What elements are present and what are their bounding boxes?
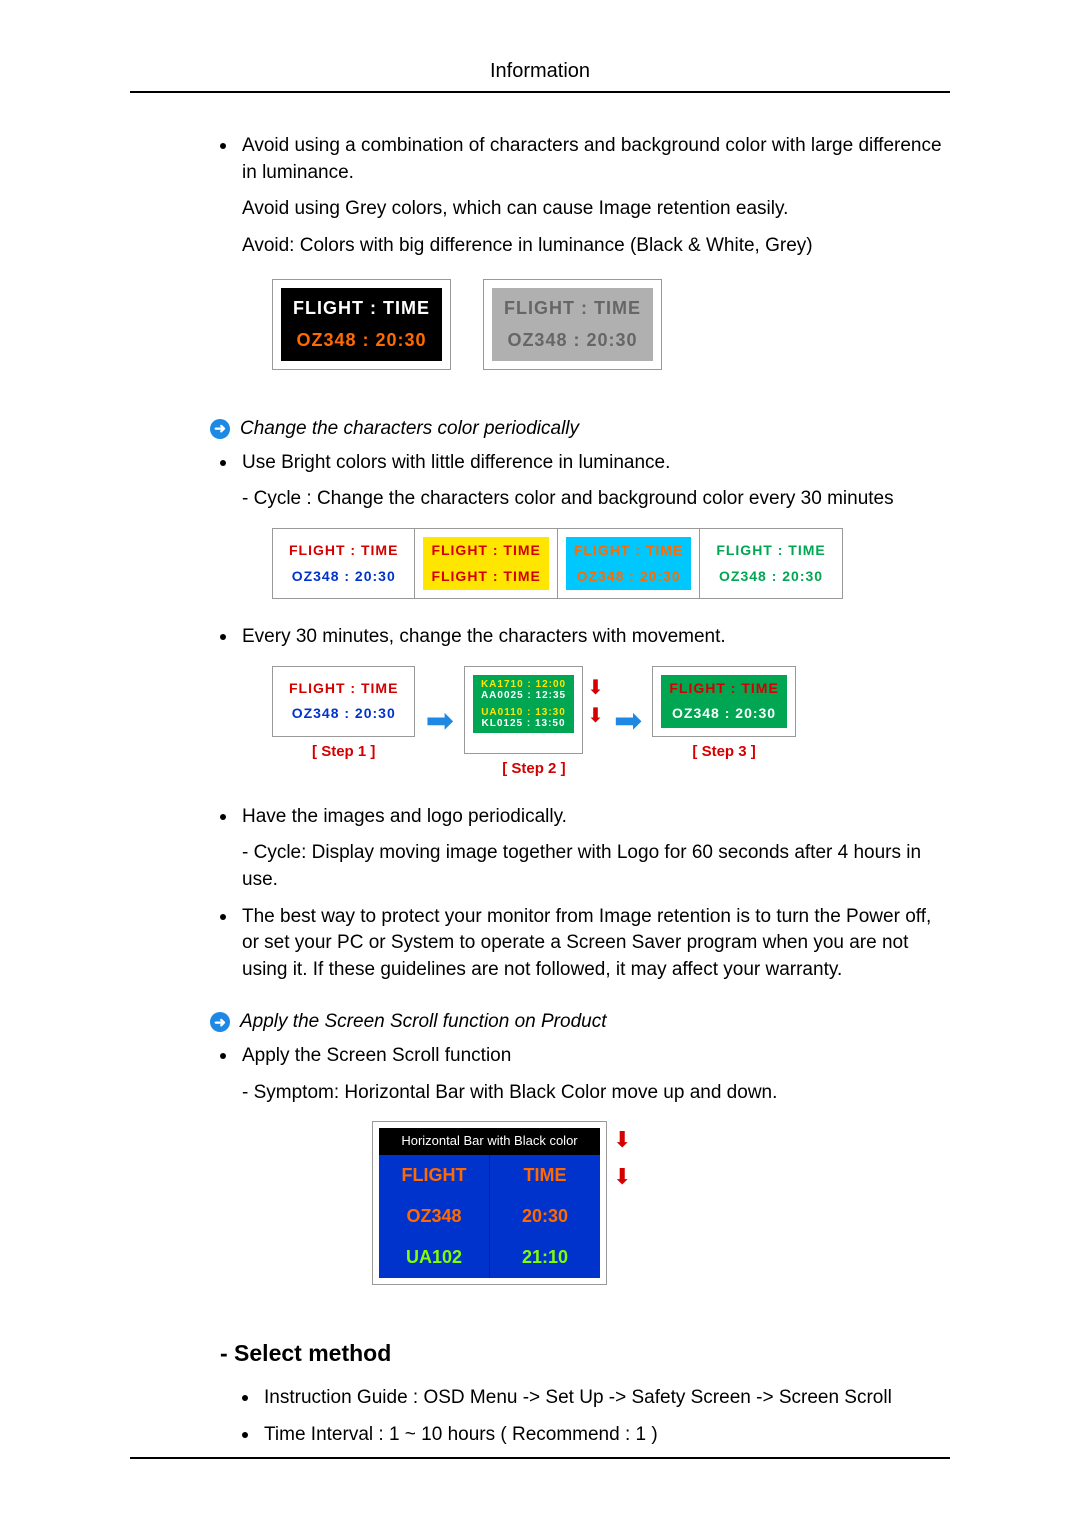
bullet-have-images: Have the images and logo periodically. -… bbox=[220, 804, 950, 894]
scroll-bar-label: Horizontal Bar with Black color bbox=[379, 1128, 600, 1154]
fig-a-line2: OZ348 : 20:30 bbox=[293, 328, 430, 353]
cycle-card-1: FLIGHT : TIME OZ348 : 20:30 bbox=[272, 528, 415, 599]
arrow-circle-icon: ➜ bbox=[210, 1012, 230, 1032]
text-cycle-logo: - Cycle: Display moving image together w… bbox=[242, 840, 950, 893]
bullet-avoid-combo: Avoid using a combination of characters … bbox=[220, 133, 950, 390]
c3-l2: OZ348 : 20:30 bbox=[574, 567, 683, 587]
s2-l1b: AA0025 : 12:35 bbox=[481, 690, 566, 701]
bullet-best-way: The best way to protect your monitor fro… bbox=[220, 904, 950, 984]
page-header: Information bbox=[130, 60, 950, 83]
arrow-right-icon: ➡ bbox=[425, 698, 454, 746]
scroll-card: Horizontal Bar with Black color FLIGHT T… bbox=[372, 1121, 607, 1285]
step2-block: KA1710 : 12:00 AA0025 : 12:35 UA0110 : 1… bbox=[464, 666, 604, 779]
cycle-card-3: FLIGHT : TIME OZ348 : 20:30 bbox=[557, 528, 700, 599]
arrow-right-icon: ➡ bbox=[614, 698, 643, 746]
s1-l2: OZ348 : 20:30 bbox=[289, 704, 398, 724]
note-apply-scroll-text: Apply the Screen Scroll function on Prod… bbox=[240, 1011, 606, 1033]
card-grey: FLIGHT : TIME OZ348 : 20:30 bbox=[483, 279, 662, 369]
figure-cycle: FLIGHT : TIME OZ348 : 20:30 FLIGHT : TIM… bbox=[272, 528, 950, 599]
bullet-dot bbox=[220, 1053, 226, 1059]
scroll-r1c1: OZ348 bbox=[379, 1196, 490, 1237]
fig-b-line2: OZ348 : 20:30 bbox=[504, 328, 641, 353]
text-symptom: - Symptom: Horizontal Bar with Black Col… bbox=[242, 1080, 950, 1107]
bullet-use-bright: Use Bright colors with little difference… bbox=[220, 450, 950, 614]
c4-l1: FLIGHT : TIME bbox=[716, 541, 825, 561]
arrow-circle-icon: ➜ bbox=[210, 419, 230, 439]
s1-l1: FLIGHT : TIME bbox=[289, 679, 398, 699]
text-instruction-guide: Instruction Guide : OSD Menu -> Set Up -… bbox=[264, 1385, 950, 1412]
scroll-arrows-icon: ⬇⬇ bbox=[613, 1121, 631, 1285]
bottom-rule bbox=[130, 1457, 950, 1459]
s2-l1: KA1710 : 12:00 bbox=[481, 679, 566, 690]
text-avoid-combo: Avoid using a combination of characters … bbox=[242, 133, 950, 186]
cycle-card-4: FLIGHT : TIME OZ348 : 20:30 bbox=[699, 528, 842, 599]
down-arrows-icon: ⬇⬇ bbox=[585, 666, 604, 754]
text-every30: Every 30 minutes, change the characters … bbox=[242, 624, 950, 651]
text-avoid-colors: Avoid: Colors with big difference in lum… bbox=[242, 233, 950, 260]
scroll-r2c2: 21:10 bbox=[490, 1237, 600, 1278]
note-change-color: ➜ Change the characters color periodical… bbox=[210, 418, 950, 440]
c2-l1: FLIGHT : TIME bbox=[431, 541, 540, 561]
text-avoid-grey: Avoid using Grey colors, which can cause… bbox=[242, 196, 950, 223]
note-change-color-text: Change the characters color periodically bbox=[240, 418, 579, 440]
text-use-bright: Use Bright colors with little difference… bbox=[242, 450, 950, 477]
scroll-r1c2: 20:30 bbox=[490, 1196, 600, 1237]
bullet-instruction-guide: Instruction Guide : OSD Menu -> Set Up -… bbox=[242, 1385, 950, 1412]
bullet-dot bbox=[220, 143, 226, 149]
bullet-dot bbox=[220, 914, 226, 920]
bullet-apply-scroll: Apply the Screen Scroll function - Sympt… bbox=[220, 1043, 950, 1300]
bullet-dot bbox=[220, 460, 226, 466]
step3-label: [ Step 3 ] bbox=[652, 741, 795, 762]
c1-l1: FLIGHT : TIME bbox=[289, 541, 398, 561]
step2-label: [ Step 2 ] bbox=[464, 758, 604, 779]
bullet-time-interval: Time Interval : 1 ~ 10 hours ( Recommend… bbox=[242, 1422, 950, 1449]
figure-movement: FLIGHT : TIME OZ348 : 20:30 [ Step 1 ] ➡… bbox=[272, 666, 950, 779]
figure-luminance: FLIGHT : TIME OZ348 : 20:30 FLIGHT : TIM… bbox=[272, 279, 950, 369]
figure-scroll: Horizontal Bar with Black color FLIGHT T… bbox=[372, 1121, 950, 1285]
note-apply-scroll: ➜ Apply the Screen Scroll function on Pr… bbox=[210, 1011, 950, 1033]
text-best-way: The best way to protect your monitor fro… bbox=[242, 904, 950, 984]
bullet-every30: Every 30 minutes, change the characters … bbox=[220, 624, 950, 794]
text-cycle30: - Cycle : Change the characters color an… bbox=[242, 486, 950, 513]
text-apply-scroll: Apply the Screen Scroll function bbox=[242, 1043, 950, 1070]
scroll-h1: FLIGHT bbox=[379, 1155, 490, 1196]
c4-l2: OZ348 : 20:30 bbox=[716, 567, 825, 587]
top-rule bbox=[130, 91, 950, 93]
bullet-dot bbox=[242, 1395, 248, 1401]
scroll-h2: TIME bbox=[490, 1155, 600, 1196]
s2-l2: UA0110 : 13:30 bbox=[481, 707, 566, 718]
bullet-dot bbox=[220, 634, 226, 640]
step1-block: FLIGHT : TIME OZ348 : 20:30 [ Step 1 ] bbox=[272, 666, 415, 762]
c2-l2: FLIGHT : TIME bbox=[431, 567, 540, 587]
card-black: FLIGHT : TIME OZ348 : 20:30 bbox=[272, 279, 451, 369]
bullet-dot bbox=[242, 1432, 248, 1438]
scroll-r2c1: UA102 bbox=[379, 1237, 490, 1278]
section-select-method: - Select method bbox=[220, 1340, 950, 1367]
fig-a-line1: FLIGHT : TIME bbox=[293, 296, 430, 321]
s2-l2b: KL0125 : 13:50 bbox=[481, 718, 566, 729]
step3-block: FLIGHT : TIME OZ348 : 20:30 [ Step 3 ] bbox=[652, 666, 795, 762]
step1-label: [ Step 1 ] bbox=[272, 741, 415, 762]
text-have-images: Have the images and logo periodically. bbox=[242, 804, 950, 831]
fig-b-line1: FLIGHT : TIME bbox=[504, 296, 641, 321]
c3-l1: FLIGHT : TIME bbox=[574, 541, 683, 561]
s3-l1: FLIGHT : TIME bbox=[669, 679, 778, 699]
cycle-card-2: FLIGHT : TIME FLIGHT : TIME bbox=[414, 528, 557, 599]
bullet-dot bbox=[220, 814, 226, 820]
c1-l2: OZ348 : 20:30 bbox=[289, 567, 398, 587]
text-time-interval: Time Interval : 1 ~ 10 hours ( Recommend… bbox=[264, 1422, 950, 1449]
s3-l2: OZ348 : 20:30 bbox=[669, 704, 778, 724]
